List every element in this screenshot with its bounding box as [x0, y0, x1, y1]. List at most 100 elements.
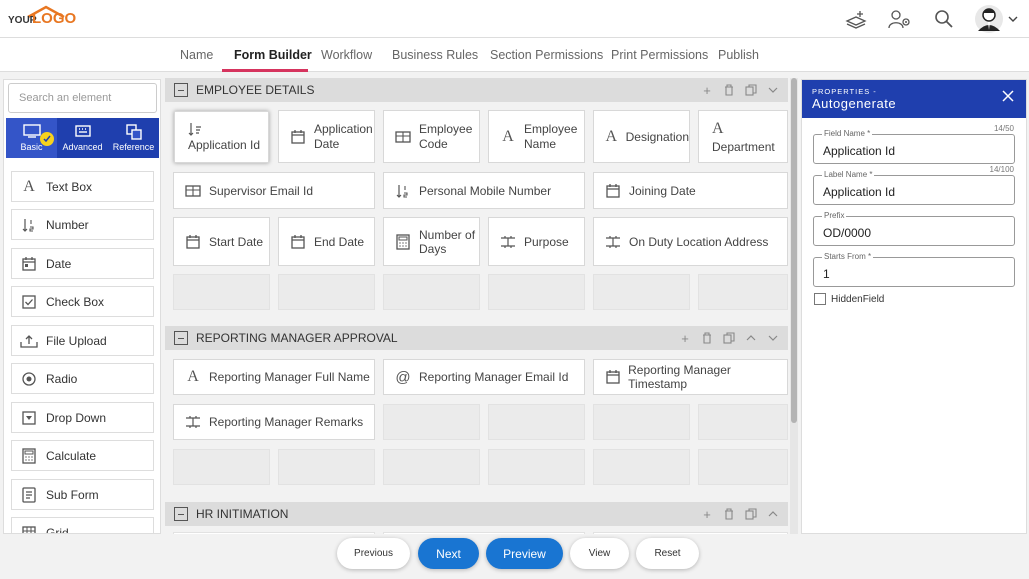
copy-icon[interactable]: [722, 331, 736, 345]
delete-icon[interactable]: [700, 331, 714, 345]
palette-item-radio[interactable]: Radio: [11, 363, 154, 394]
user-settings-icon[interactable]: [885, 4, 915, 34]
field-card-supervisor-email-id[interactable]: Supervisor Email Id: [173, 172, 375, 209]
field-card-label: Application Date: [314, 121, 373, 151]
chevron-down-icon[interactable]: [766, 83, 780, 97]
next-button[interactable]: Next: [418, 538, 479, 569]
field-card-reporting-manager-timestamp[interactable]: Reporting Manager Timestamp: [593, 359, 788, 395]
empty-slot[interactable]: [488, 449, 585, 485]
palette-item-sub-form[interactable]: Sub Form: [11, 479, 154, 510]
empty-slot[interactable]: [698, 274, 788, 310]
tab-workflow[interactable]: Workflow: [321, 48, 372, 62]
empty-slot[interactable]: [698, 404, 788, 440]
palette-item-text-box[interactable]: A Text Box: [11, 171, 154, 202]
empty-slot[interactable]: [278, 449, 375, 485]
field-card-reporting-manager-email-id[interactable]: @ Reporting Manager Email Id: [383, 359, 585, 395]
empty-slot[interactable]: [488, 274, 585, 310]
add-layer-icon[interactable]: [841, 4, 871, 34]
empty-slot[interactable]: [593, 404, 690, 440]
add-icon[interactable]: +: [700, 507, 714, 522]
palette-item-calculate[interactable]: Calculate: [11, 440, 154, 471]
calendar-icon: [12, 256, 46, 271]
palette-item-grid[interactable]: Grid: [11, 517, 154, 533]
field-card-department[interactable]: A Department: [698, 110, 788, 163]
previous-button[interactable]: Previous: [337, 538, 410, 569]
palette-item-check-box[interactable]: Check Box: [11, 286, 154, 317]
empty-slot[interactable]: [593, 274, 690, 310]
palette-item-file-upload[interactable]: File Upload: [11, 325, 154, 356]
collapse-section-button[interactable]: [174, 331, 188, 345]
empty-slot[interactable]: [383, 404, 480, 440]
empty-slot[interactable]: [698, 449, 788, 485]
chevron-up-icon[interactable]: [744, 331, 758, 345]
element-search-input[interactable]: Search an element: [8, 83, 157, 113]
copy-icon[interactable]: [744, 83, 758, 97]
field-card-application-date[interactable]: Application Date: [278, 110, 375, 163]
empty-slot[interactable]: [383, 274, 480, 310]
field-name-input[interactable]: Field Name * Application Id: [813, 129, 1015, 164]
delete-icon[interactable]: [722, 83, 736, 97]
text-a-icon: A: [605, 127, 618, 145]
hidden-field-option[interactable]: HiddenField: [814, 293, 884, 305]
field-card-reporting-manager-full-name[interactable]: A Reporting Manager Full Name: [173, 359, 375, 395]
tab-print-permissions[interactable]: Print Permissions: [611, 48, 708, 62]
scrollbar-thumb[interactable]: [791, 78, 797, 423]
empty-slot[interactable]: [173, 449, 270, 485]
calendar-icon: [601, 370, 624, 384]
calendar-icon: [286, 234, 310, 249]
empty-slot[interactable]: [593, 449, 690, 485]
palette-item-number[interactable]: Number: [11, 209, 154, 240]
preview-button[interactable]: Preview: [486, 538, 563, 569]
field-card-employee-code[interactable]: Employee Code: [383, 110, 480, 163]
field-card-joining-date[interactable]: Joining Date: [593, 172, 788, 209]
category-reference[interactable]: Reference: [108, 118, 159, 158]
close-icon[interactable]: [1002, 90, 1014, 102]
field-card-purpose[interactable]: Purpose: [488, 217, 585, 266]
empty-slot[interactable]: [383, 449, 480, 485]
chevron-down-icon[interactable]: [766, 331, 780, 345]
field-card-personal-mobile-number[interactable]: Personal Mobile Number: [383, 172, 585, 209]
copy-icon[interactable]: [744, 507, 758, 521]
user-avatar-menu[interactable]: [973, 4, 1019, 34]
palette-item-date[interactable]: Date: [11, 248, 154, 279]
reset-button[interactable]: Reset: [636, 538, 699, 569]
tab-form-builder[interactable]: Form Builder: [234, 48, 312, 62]
chevron-up-icon[interactable]: [766, 507, 780, 521]
field-card-employee-name[interactable]: A Employee Name: [488, 110, 585, 163]
collapse-section-button[interactable]: [174, 507, 188, 521]
canvas-scrollbar[interactable]: [790, 78, 798, 534]
hidden-field-checkbox[interactable]: [814, 293, 826, 305]
field-card-reporting-manager-remarks[interactable]: Reporting Manager Remarks: [173, 404, 375, 440]
add-icon[interactable]: +: [700, 83, 714, 98]
tab-publish[interactable]: Publish: [718, 48, 759, 62]
label-name-input[interactable]: Label Name * Application Id: [813, 170, 1015, 205]
add-icon[interactable]: +: [678, 331, 692, 346]
empty-slot[interactable]: [488, 404, 585, 440]
field-card-end-date[interactable]: End Date: [278, 217, 375, 266]
field-card-start-date[interactable]: Start Date: [173, 217, 270, 266]
field-card-label: Employee Code: [419, 121, 473, 151]
section-header-hr-initimation: HR INITIMATION +: [165, 502, 788, 526]
category-basic[interactable]: Basic: [6, 118, 57, 158]
field-card-number-of-days[interactable]: Number of Days: [383, 217, 480, 266]
empty-slot[interactable]: [278, 274, 375, 310]
collapse-section-button[interactable]: [174, 83, 188, 97]
section-actions: +: [678, 331, 780, 346]
view-button[interactable]: View: [570, 538, 629, 569]
search-icon[interactable]: [929, 4, 959, 34]
field-card-on-duty-location-address[interactable]: On Duty Location Address: [593, 217, 788, 266]
starts-from-input[interactable]: Starts From * 1: [813, 252, 1015, 287]
tab-section-permissions[interactable]: Section Permissions: [490, 48, 603, 62]
table-icon: [391, 130, 415, 143]
tab-name[interactable]: Name: [180, 48, 213, 62]
field-card-designation[interactable]: A Designation: [593, 110, 690, 163]
text-a-icon: A: [502, 127, 514, 145]
prefix-input[interactable]: Prefix OD/0000: [813, 211, 1015, 246]
empty-slot[interactable]: [173, 274, 270, 310]
palette-item-drop-down[interactable]: Drop Down: [11, 402, 154, 433]
field-card-application-id[interactable]: Application Id: [174, 111, 269, 163]
category-advanced-label: Advanced: [62, 142, 103, 152]
delete-icon[interactable]: [722, 507, 736, 521]
tab-business-rules[interactable]: Business Rules: [392, 48, 478, 62]
category-advanced[interactable]: Advanced: [57, 118, 108, 158]
